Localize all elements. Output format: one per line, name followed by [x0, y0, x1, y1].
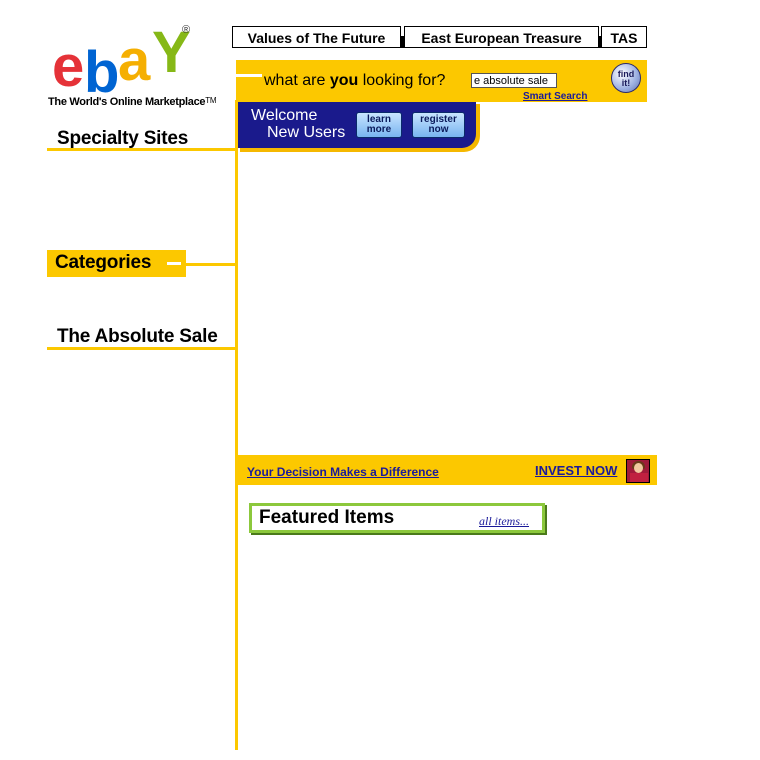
featured-items-title: Featured Items: [259, 507, 395, 528]
search-prompt-post: looking for?: [358, 72, 446, 89]
find-it-label-2: it!: [621, 78, 631, 88]
your-decision-link[interactable]: Your Decision Makes a Difference: [247, 465, 439, 479]
nav-divider: [47, 148, 237, 151]
find-it-button[interactable]: find it!: [611, 63, 641, 93]
all-items-link[interactable]: all items...: [479, 514, 529, 529]
invest-now-link[interactable]: INVEST NOW: [535, 463, 617, 478]
logo-letter-b: b: [84, 40, 120, 105]
nav-divider: [47, 347, 237, 350]
nav-vertical-divider: [235, 100, 238, 750]
logo-letter-a: a: [118, 28, 150, 93]
ebay-logo[interactable]: e b a Y ®: [52, 20, 202, 102]
register-now-button[interactable]: register now: [412, 112, 465, 138]
nav-divider: [186, 263, 236, 266]
register-now-label-2: now: [428, 124, 449, 135]
search-bar-accent-line: [236, 74, 262, 77]
tagline-text: The World's Online Marketplace: [48, 96, 206, 108]
tab-tas[interactable]: TAS: [601, 26, 647, 48]
welcome-line-1: Welcome: [251, 107, 318, 124]
logo-tagline: The World's Online MarketplaceTM: [48, 96, 216, 108]
logo-letter-y: Y: [152, 20, 191, 85]
portrait-face: [634, 463, 643, 473]
tab-east-european-treasure[interactable]: East European Treasure: [404, 26, 599, 48]
learn-more-label-2: more: [366, 124, 392, 135]
nav-the-absolute-sale[interactable]: The Absolute Sale: [57, 326, 218, 348]
tab-values-of-the-future[interactable]: Values of The Future: [232, 26, 401, 48]
logo-letter-e: e: [52, 34, 84, 99]
investor-portrait-icon[interactable]: [626, 459, 650, 483]
search-prompt: what are you looking for?: [264, 72, 445, 90]
welcome-text: Welcome New Users: [251, 107, 345, 141]
categories-accent-line: [167, 262, 181, 265]
portrait-body: [630, 473, 648, 482]
search-input[interactable]: [471, 73, 557, 88]
trademark-mark: TM: [205, 96, 217, 105]
nav-specialty-sites[interactable]: Specialty Sites: [57, 128, 188, 150]
nav-categories[interactable]: Categories: [55, 252, 151, 274]
registered-mark: ®: [182, 24, 191, 36]
search-prompt-you: you: [329, 72, 359, 89]
welcome-line-2: New Users: [267, 124, 346, 141]
search-prompt-pre: what are: [264, 72, 330, 89]
smart-search-link[interactable]: Smart Search: [523, 91, 587, 102]
learn-more-button[interactable]: learn more: [356, 112, 402, 138]
